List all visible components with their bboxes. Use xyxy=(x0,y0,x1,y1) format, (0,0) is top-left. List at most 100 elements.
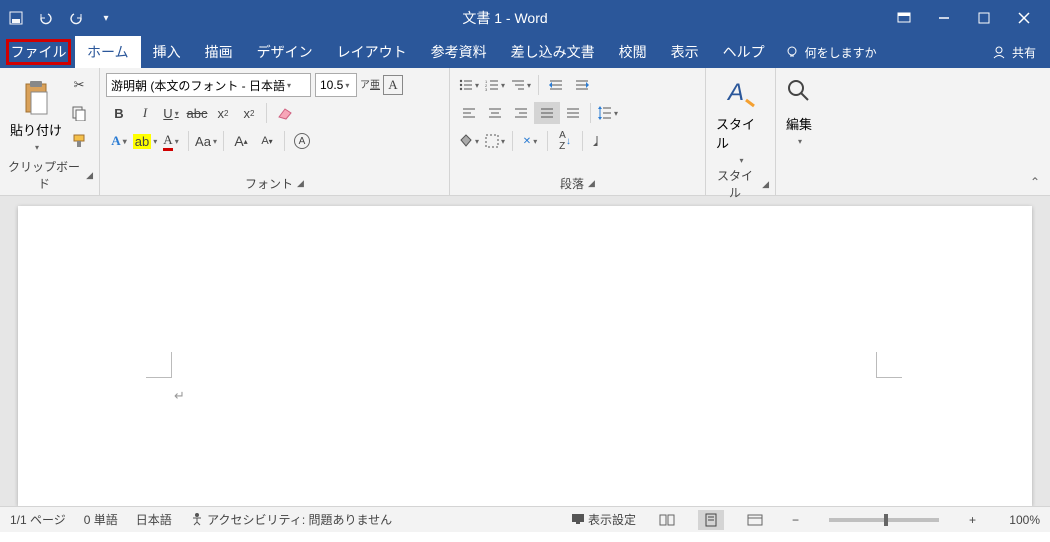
zoom-out-button[interactable]: − xyxy=(786,513,805,527)
tell-me[interactable]: 何をしますか xyxy=(785,36,877,68)
tab-help[interactable]: ヘルプ xyxy=(711,36,777,68)
read-mode-icon[interactable] xyxy=(654,510,680,530)
zoom-in-button[interactable]: + xyxy=(963,513,982,527)
tab-review[interactable]: 校閲 xyxy=(607,36,659,68)
document-area: ↵ xyxy=(0,196,1050,506)
group-font-label: フォント xyxy=(245,175,293,192)
page[interactable]: ↵ xyxy=(18,206,1032,506)
display-settings-text: 表示設定 xyxy=(588,513,636,527)
tab-home[interactable]: ホーム xyxy=(75,36,141,68)
tab-mailings[interactable]: 差し込み文書 xyxy=(499,36,607,68)
group-clipboard-label: クリップボード xyxy=(6,158,82,192)
web-layout-icon[interactable] xyxy=(742,510,768,530)
save-icon[interactable] xyxy=(8,10,24,26)
collapse-ribbon-icon[interactable]: ⌃ xyxy=(1030,175,1040,189)
group-paragraph-label: 段落 xyxy=(560,175,584,192)
styles-button[interactable]: A スタイル ▾ xyxy=(712,72,769,165)
tab-references[interactable]: 参考資料 xyxy=(419,36,499,68)
font-color-icon[interactable]: A▾ xyxy=(158,130,184,152)
sort-icon[interactable]: AZ↓ xyxy=(552,130,578,152)
font-name-select[interactable]: 游明朝 (本文のフォント - 日本語▾ xyxy=(106,73,311,97)
dialog-launcher-icon[interactable]: ◢ xyxy=(86,170,93,181)
crop-mark-left xyxy=(146,352,172,378)
window-title: 文書 1 - Word xyxy=(114,8,896,28)
share-button[interactable]: 共有 xyxy=(992,36,1050,68)
tab-layout[interactable]: レイアウト xyxy=(325,36,419,68)
crop-mark-right xyxy=(876,352,902,378)
title-bar: ▾ 文書 1 - Word xyxy=(0,0,1050,36)
cut-icon[interactable]: ✂ xyxy=(66,74,92,96)
group-styles-label: スタイル xyxy=(712,167,758,201)
dialog-launcher-icon[interactable]: ◢ xyxy=(588,178,595,189)
bold-button[interactable]: B xyxy=(106,102,132,124)
paragraph-mark-icon: ↵ xyxy=(174,388,185,404)
enclose-characters-icon[interactable]: A xyxy=(289,130,315,152)
close-icon[interactable] xyxy=(1016,10,1032,26)
chevron-down-icon: ▾ xyxy=(798,137,802,146)
decrease-indent-icon[interactable] xyxy=(543,74,569,96)
format-painter-icon[interactable] xyxy=(66,130,92,152)
paste-button[interactable]: 貼り付け ▾ xyxy=(6,72,66,152)
accessibility-status[interactable]: アクセシビリティ: 問題ありません xyxy=(190,511,392,528)
align-left-icon[interactable] xyxy=(456,102,482,124)
change-case-icon[interactable]: Aa ▾ xyxy=(193,130,219,152)
styles-icon: A xyxy=(726,76,756,110)
tab-draw[interactable]: 描画 xyxy=(193,36,245,68)
character-border-icon[interactable]: A xyxy=(383,75,403,95)
multilevel-list-icon[interactable]: ▾ xyxy=(508,74,534,96)
zoom-level[interactable]: 100% xyxy=(1000,513,1040,527)
distributed-icon[interactable] xyxy=(560,102,586,124)
font-size-select[interactable]: 10.5▾ xyxy=(315,73,357,97)
dialog-launcher-icon[interactable]: ◢ xyxy=(297,178,304,189)
grow-font-icon[interactable]: A▴ xyxy=(228,130,254,152)
language[interactable]: 日本語 xyxy=(136,511,172,528)
display-settings[interactable]: 表示設定 xyxy=(571,511,636,528)
redo-icon[interactable] xyxy=(68,10,84,26)
bullets-icon[interactable]: ▾ xyxy=(456,74,482,96)
superscript-button[interactable]: x2 xyxy=(236,102,262,124)
asian-layout-icon[interactable]: ✕▾ xyxy=(517,130,543,152)
tab-design[interactable]: デザイン xyxy=(245,36,325,68)
shading-icon[interactable]: ▾ xyxy=(456,130,482,152)
clipboard-icon xyxy=(21,80,51,116)
highlight-icon[interactable]: ab▾ xyxy=(132,130,158,152)
search-icon xyxy=(786,76,812,110)
align-right-icon[interactable] xyxy=(508,102,534,124)
underline-button[interactable]: U ▾ xyxy=(158,102,184,124)
dialog-launcher-icon[interactable]: ◢ xyxy=(762,179,769,190)
italic-button[interactable]: I xyxy=(132,102,158,124)
zoom-slider[interactable] xyxy=(829,518,939,522)
undo-icon[interactable] xyxy=(38,10,54,26)
paste-label: 貼り付け xyxy=(10,120,62,139)
justify-icon[interactable] xyxy=(534,102,560,124)
line-spacing-icon[interactable]: ▾ xyxy=(595,102,621,124)
phonetic-guide-icon[interactable]: ア亜 xyxy=(357,74,383,96)
ribbon: 貼り付け ▾ ✂ クリップボード◢ 游明朝 (本文のフォント - 日本語▾ 10… xyxy=(0,68,1050,196)
borders-icon[interactable]: ▾ xyxy=(482,130,508,152)
editing-label: 編集 xyxy=(786,114,812,133)
print-layout-icon[interactable] xyxy=(698,510,724,530)
qat-customize-icon[interactable]: ▾ xyxy=(98,10,114,26)
tab-view[interactable]: 表示 xyxy=(659,36,711,68)
increase-indent-icon[interactable] xyxy=(569,74,595,96)
show-marks-icon[interactable] xyxy=(587,130,613,152)
tab-file[interactable]: ファイル xyxy=(6,39,71,65)
eraser-icon[interactable] xyxy=(271,102,297,124)
shrink-font-icon[interactable]: A▾ xyxy=(254,130,280,152)
text-effects-icon[interactable]: A ▾ xyxy=(106,130,132,152)
copy-icon[interactable] xyxy=(66,102,92,124)
minimize-icon[interactable] xyxy=(936,10,952,26)
word-count[interactable]: 0 単語 xyxy=(84,511,118,528)
numbering-icon[interactable]: 123▾ xyxy=(482,74,508,96)
styles-label: スタイル xyxy=(716,114,765,152)
tab-insert[interactable]: 挿入 xyxy=(141,36,193,68)
page-count[interactable]: 1/1 ページ xyxy=(10,511,66,528)
ribbon-display-icon[interactable] xyxy=(896,10,912,26)
align-center-icon[interactable] xyxy=(482,102,508,124)
maximize-icon[interactable] xyxy=(976,10,992,26)
group-font: 游明朝 (本文のフォント - 日本語▾ 10.5▾ ア亜 A B I U ▾ a… xyxy=(100,68,450,195)
strikethrough-button[interactable]: abc xyxy=(184,102,210,124)
font-name-value: 游明朝 (本文のフォント - 日本語 xyxy=(111,77,285,94)
subscript-button[interactable]: x2 xyxy=(210,102,236,124)
editing-button[interactable]: 編集 ▾ xyxy=(782,72,816,146)
